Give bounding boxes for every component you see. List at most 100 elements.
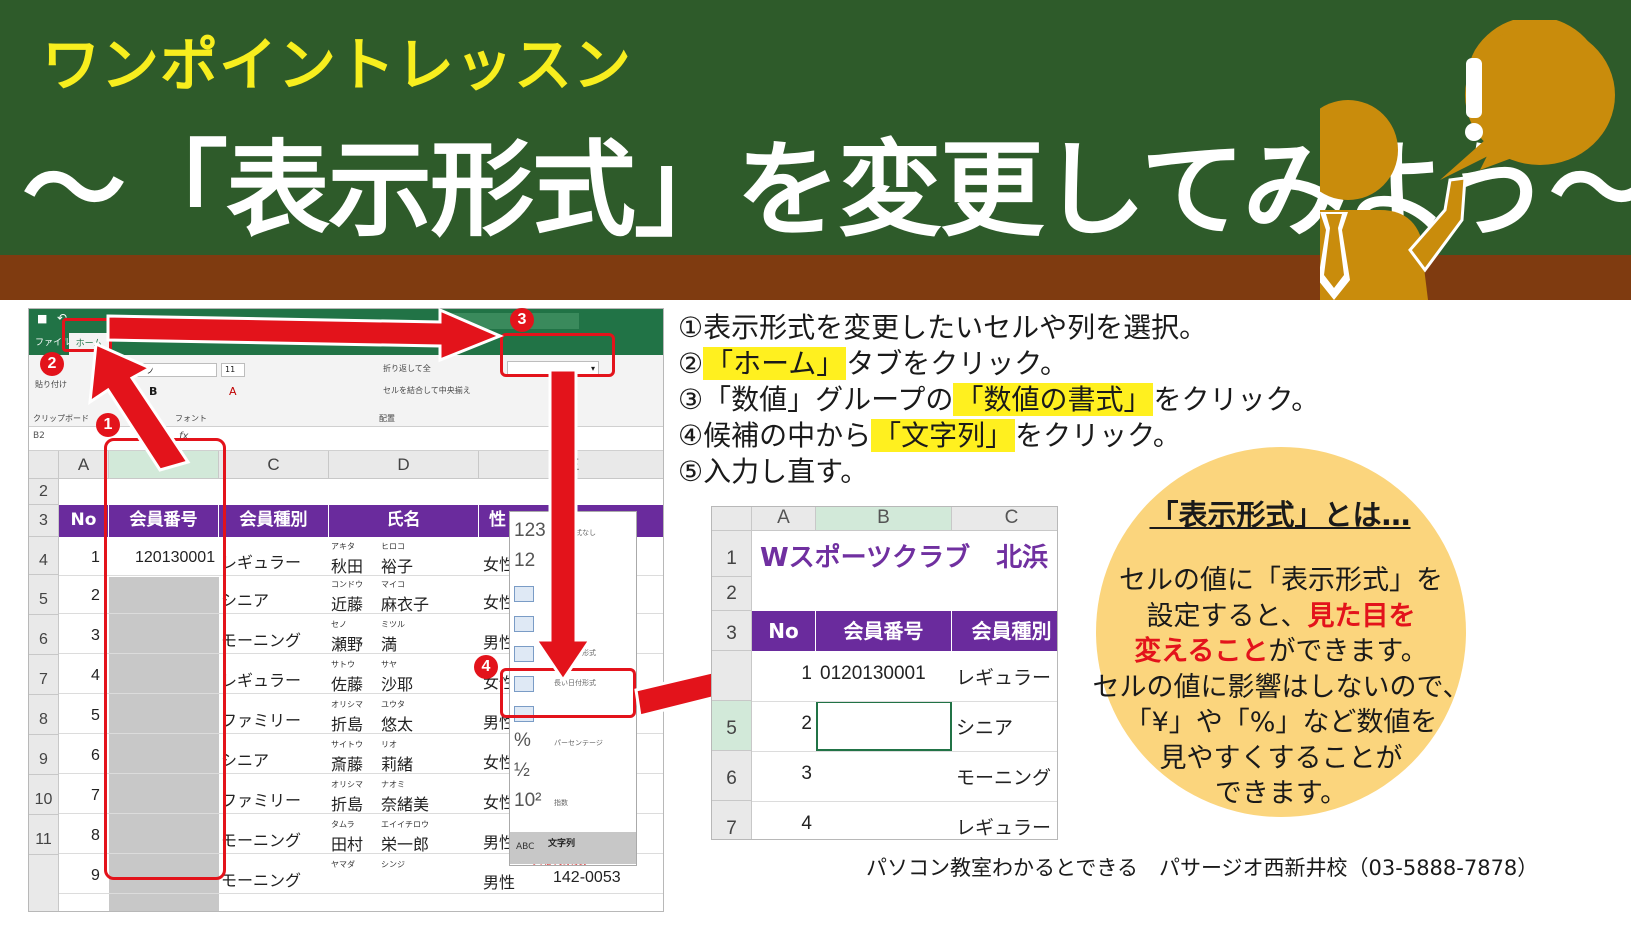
explanation-line: セルの値に影響はしないので、 — [1092, 671, 1470, 703]
step-text: ④候補の中から — [678, 419, 872, 452]
row-header[interactable]: 8 — [29, 695, 59, 735]
format-option-text[interactable]: ABC 文字列 — [510, 832, 636, 864]
save-icon[interactable]: ■ — [37, 312, 47, 325]
row-gridline — [752, 701, 1057, 702]
highlight-column-b — [104, 438, 226, 880]
cell-ruby-last: オリシマ — [331, 700, 363, 709]
format-option-icon[interactable] — [514, 616, 534, 632]
cell-member-type: レギュラー — [221, 553, 302, 572]
row-header[interactable]: 3 — [29, 505, 59, 537]
bold-icon[interactable]: B — [149, 385, 157, 398]
paste-button[interactable]: 貼り付け — [35, 379, 67, 390]
step-text: をクリック。 — [1153, 383, 1320, 416]
quick-access-toolbar: ■ ↶ — [29, 309, 663, 331]
table-header-member-type: 会員種別 — [219, 505, 329, 537]
column-header-e[interactable]: E — [479, 451, 663, 479]
column-header-c[interactable]: C — [219, 451, 329, 479]
cell-ruby-last: オリシマ — [331, 780, 363, 789]
cell-ruby-first: シンジ — [381, 860, 405, 869]
cell-ruby-first: サヤ — [381, 660, 397, 669]
cell-member-id: 0120130001 — [820, 663, 926, 684]
row-header[interactable]: 3 — [712, 611, 752, 651]
row-header[interactable]: 9 — [29, 735, 59, 775]
column-header-a[interactable]: A — [752, 507, 816, 531]
format-option-icon[interactable]: 123 — [514, 520, 546, 542]
column-header-a[interactable]: A — [59, 451, 109, 479]
cell-no: 7 — [91, 787, 100, 804]
row-header[interactable]: 1 — [712, 531, 752, 577]
lesson-subtitle: ワンポイントレッスン — [42, 31, 633, 99]
explanation-title: 「表示形式」とは… — [1149, 498, 1411, 532]
cell-member-type: モーニング — [221, 871, 302, 890]
format-option-label: 指数 — [554, 799, 568, 807]
format-option-text-label: 文字列 — [548, 839, 576, 849]
cell-member-type: レギュラー — [956, 817, 1052, 839]
format-option-icon[interactable] — [514, 646, 534, 662]
row-header[interactable]: 7 — [29, 655, 59, 695]
cell-no: 8 — [91, 827, 100, 844]
row-header[interactable] — [712, 651, 752, 701]
explanation-emphasis: 見た目を — [1307, 600, 1416, 632]
row-header[interactable]: 5 — [29, 575, 59, 615]
wrap-text-button[interactable]: 折り返して全 — [383, 363, 431, 374]
footer-credit: パソコン教室わかるとできる パサージオ西新井校（03-5888-7878） — [866, 856, 1539, 880]
column-header-c[interactable]: C — [952, 507, 1057, 531]
cell-ruby-first: ヒロコ — [381, 542, 405, 551]
format-option-icon[interactable]: 10² — [514, 790, 541, 812]
font-name-value: ゴシック — [122, 366, 154, 375]
explanation-line: 設定すると、見た目を — [1076, 599, 1486, 635]
cell-last-name: 折島 — [331, 795, 364, 814]
row-header[interactable]: 2 — [29, 479, 59, 505]
explanation-line: セルの値に「表示形式」を — [1119, 565, 1443, 596]
step-line: ①表示形式を変更したいセルや列を選択。 — [678, 310, 1319, 346]
cell-ruby-first: ナオミ — [381, 780, 405, 789]
row-header[interactable] — [29, 855, 59, 911]
format-option-icon[interactable]: % — [514, 730, 531, 752]
cell-no: 3 — [91, 627, 100, 644]
table-header-no: No — [59, 505, 109, 537]
cell-first-name: 満 — [381, 635, 398, 654]
highlight-number-format — [500, 333, 615, 377]
font-color-icon[interactable]: A — [229, 385, 237, 398]
step-line: ③「数値」グループの「数値の書式」をクリック。 — [678, 382, 1319, 418]
font-size-select[interactable]: 11 — [221, 363, 245, 377]
cell-ruby-first: マイコ — [381, 580, 405, 589]
cell-no: 6 — [91, 747, 100, 764]
cell-no: 3 — [801, 763, 812, 784]
cell-member-type: ファミリー — [221, 711, 302, 730]
row-header[interactable]: 11 — [29, 815, 59, 855]
cell-ruby-last: サイトウ — [331, 740, 363, 749]
cell-ruby-last: アキタ — [331, 542, 355, 551]
row-header[interactable]: 6 — [712, 751, 752, 801]
cell-first-name: 悠太 — [381, 715, 414, 734]
active-cell[interactable] — [816, 701, 952, 751]
cell-gender: 男性 — [483, 873, 516, 892]
row-header[interactable]: 5 — [712, 701, 752, 751]
merge-center-button[interactable]: セルを結合して中央揃え — [383, 385, 471, 396]
select-all-corner[interactable] — [712, 507, 752, 531]
row-header[interactable]: 10 — [29, 775, 59, 815]
cell-last-name: 瀬野 — [331, 635, 364, 654]
column-header-b[interactable]: B — [816, 507, 952, 531]
explanation-text: ができます。 — [1268, 636, 1428, 667]
explanation-text: 設定すると、 — [1146, 600, 1308, 632]
cell-ruby-first: リオ — [381, 740, 397, 749]
cell-member-type: シニア — [956, 717, 1014, 739]
step-text: ①表示形式を変更したいセルや列を選択。 — [678, 311, 1208, 344]
name-box[interactable]: B2 — [33, 431, 45, 441]
row-header[interactable]: 7 — [712, 801, 752, 839]
column-header-d[interactable]: D — [329, 451, 479, 479]
marker-step-3: 3 — [510, 308, 534, 332]
cell-no: 1 — [91, 549, 100, 566]
font-name-select[interactable]: ゴシック — [117, 363, 217, 377]
format-option-icon[interactable]: ½ — [514, 760, 530, 782]
group-font-label: フォント — [175, 414, 207, 423]
cell-last-name: 秋田 — [331, 557, 364, 576]
select-all-corner[interactable] — [29, 451, 59, 479]
format-option-icon[interactable] — [514, 586, 534, 602]
format-option-icon[interactable]: 12 — [514, 550, 535, 572]
row-header[interactable]: 4 — [29, 537, 59, 575]
row-header[interactable]: 2 — [712, 577, 752, 611]
row-header[interactable]: 6 — [29, 615, 59, 655]
step-line: ④候補の中から「文字列」をクリック。 — [678, 418, 1319, 454]
